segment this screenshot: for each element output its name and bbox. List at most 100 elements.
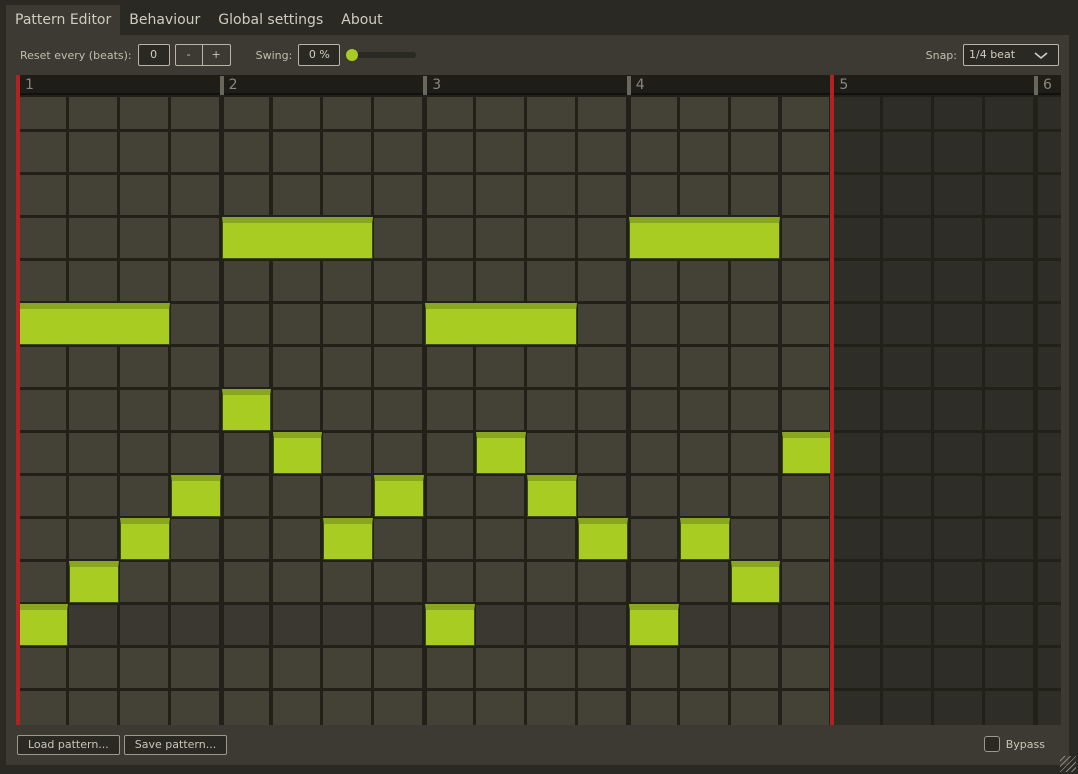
grid-cell[interactable] (781, 476, 830, 516)
grid-cell[interactable] (374, 519, 423, 559)
grid-cell[interactable] (630, 304, 677, 344)
grid-cell[interactable] (679, 433, 728, 473)
grid-cell[interactable] (476, 218, 524, 258)
grid-cell[interactable] (476, 132, 524, 172)
grid-cell[interactable] (934, 261, 983, 301)
note[interactable] (628, 217, 781, 259)
grid-cell[interactable] (679, 175, 728, 215)
grid-cell[interactable] (781, 347, 830, 387)
grid-cell[interactable] (323, 648, 372, 688)
grid-cell[interactable] (119, 218, 168, 258)
grid-cell[interactable] (119, 97, 168, 129)
grid-cell[interactable] (323, 390, 372, 430)
grid-cell[interactable] (427, 175, 474, 215)
grid-cell[interactable] (374, 97, 423, 129)
tab-pattern-editor[interactable]: Pattern Editor (6, 5, 121, 35)
grid-cell[interactable] (985, 132, 1033, 172)
grid-cell[interactable] (476, 347, 524, 387)
grid-cell[interactable] (1038, 691, 1061, 725)
grid-cell[interactable] (119, 476, 168, 516)
grid-cell[interactable] (730, 519, 779, 559)
grid-cell[interactable] (679, 648, 728, 688)
grid-cell[interactable] (527, 261, 575, 301)
grid-cell[interactable] (223, 519, 270, 559)
grid-cell[interactable] (834, 433, 881, 473)
pattern-start-marker[interactable] (16, 75, 20, 725)
grid-cell[interactable] (68, 97, 117, 129)
grid-cell[interactable] (577, 132, 626, 172)
grid-cell[interactable] (630, 347, 677, 387)
decrement-button[interactable]: - (176, 45, 203, 65)
grid-cell[interactable] (883, 691, 932, 725)
grid-cell[interactable] (577, 390, 626, 430)
grid-cell[interactable] (1038, 390, 1061, 430)
grid-cell[interactable] (374, 433, 423, 473)
grid-cell[interactable] (630, 476, 677, 516)
grid-cell[interactable] (781, 175, 830, 215)
grid-cell[interactable] (679, 476, 728, 516)
bypass-checkbox[interactable] (983, 736, 1000, 752)
grid-cell[interactable] (934, 562, 983, 602)
grid-cell[interactable] (20, 691, 66, 725)
grid-cell[interactable] (427, 433, 474, 473)
grid-cell[interactable] (223, 476, 270, 516)
tab-about[interactable]: About (332, 5, 391, 35)
grid-cell[interactable] (272, 519, 321, 559)
grid-cell[interactable] (223, 433, 270, 473)
note[interactable] (730, 561, 781, 603)
grid-cell[interactable] (427, 519, 474, 559)
grid-cell[interactable] (781, 605, 830, 645)
note[interactable] (781, 432, 832, 474)
grid-cell[interactable] (630, 562, 677, 602)
grid-cell[interactable] (527, 605, 575, 645)
grid-cell[interactable] (834, 476, 881, 516)
grid-cell[interactable] (934, 347, 983, 387)
grid-cell[interactable] (427, 132, 474, 172)
grid-cell[interactable] (1038, 304, 1061, 344)
grid-cell[interactable] (170, 433, 219, 473)
grid-cell[interactable] (272, 347, 321, 387)
grid-cell[interactable] (730, 175, 779, 215)
grid-cell[interactable] (934, 175, 983, 215)
grid-cell[interactable] (323, 175, 372, 215)
grid-cell[interactable] (427, 347, 474, 387)
grid-cell[interactable] (427, 648, 474, 688)
grid-cell[interactable] (985, 605, 1033, 645)
grid-cell[interactable] (630, 261, 677, 301)
grid-cell[interactable] (323, 605, 372, 645)
grid-cell[interactable] (985, 347, 1033, 387)
grid-cell[interactable] (68, 132, 117, 172)
grid-cell[interactable] (934, 390, 983, 430)
note[interactable] (18, 604, 68, 646)
grid-cell[interactable] (934, 648, 983, 688)
grid-cell[interactable] (20, 390, 66, 430)
grid-cell[interactable] (323, 97, 372, 129)
grid-cell[interactable] (781, 519, 830, 559)
grid-cell[interactable] (834, 605, 881, 645)
grid-cell[interactable] (883, 261, 932, 301)
grid-cell[interactable] (883, 132, 932, 172)
grid-cell[interactable] (527, 97, 575, 129)
grid-cell[interactable] (679, 605, 728, 645)
grid-cell[interactable] (781, 390, 830, 430)
grid-cell[interactable] (427, 476, 474, 516)
grid-cell[interactable] (577, 175, 626, 215)
grid-cell[interactable] (934, 218, 983, 258)
grid-cell[interactable] (577, 691, 626, 725)
grid-cell[interactable] (119, 562, 168, 602)
grid-cell[interactable] (223, 605, 270, 645)
grid-cell[interactable] (577, 261, 626, 301)
grid-cell[interactable] (427, 261, 474, 301)
grid-cell[interactable] (374, 218, 423, 258)
grid-cell[interactable] (985, 218, 1033, 258)
grid-cell[interactable] (323, 476, 372, 516)
note[interactable] (18, 303, 170, 345)
grid-cell[interactable] (1038, 519, 1061, 559)
grid-cell[interactable] (985, 261, 1033, 301)
grid-cell[interactable] (679, 347, 728, 387)
grid-cell[interactable] (1038, 562, 1061, 602)
grid-cell[interactable] (934, 605, 983, 645)
swing-slider[interactable] (346, 49, 417, 61)
grid-cell[interactable] (527, 218, 575, 258)
tab-behaviour[interactable]: Behaviour (120, 5, 209, 35)
